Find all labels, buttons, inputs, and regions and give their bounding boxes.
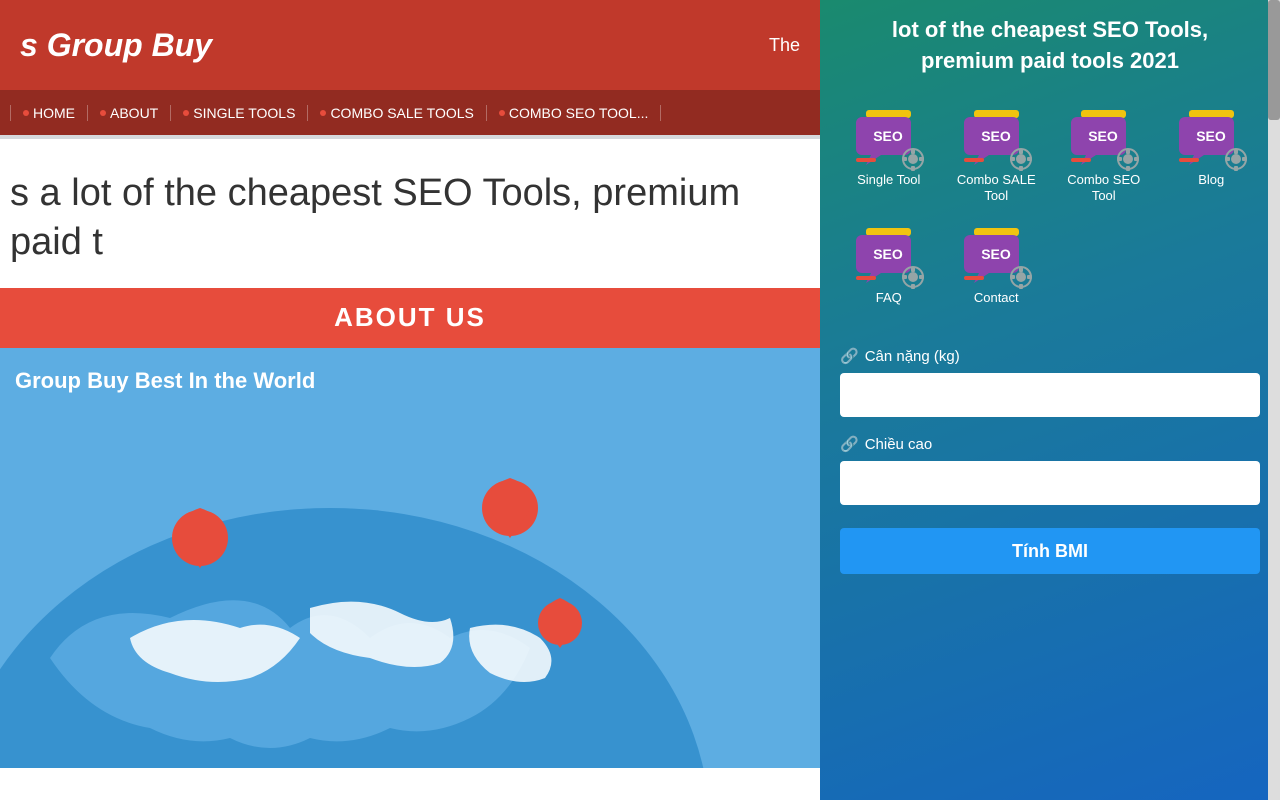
combo-sale-tool-label: Combo SALE Tool xyxy=(948,172,1046,206)
faq-label: FAQ xyxy=(876,290,902,307)
blog-label: Blog xyxy=(1198,172,1224,189)
contact-label: Contact xyxy=(974,290,1019,307)
icon-grid-row1: SEO Single Tool SEO xyxy=(820,97,1280,226)
hero-text: s a lot of the cheapest SEO Tools, premi… xyxy=(10,172,740,263)
contact-icon: SEO xyxy=(959,225,1034,290)
combo-seo-tool-icon: SEO xyxy=(1066,107,1141,172)
hero-section: s a lot of the cheapest SEO Tools, premi… xyxy=(0,139,820,288)
bmi-calculate-button[interactable]: Tính BMI xyxy=(840,528,1260,574)
nav-dot xyxy=(499,110,505,116)
nav-single-tools[interactable]: SINGLE TOOLS xyxy=(171,105,308,121)
height-label: 🔗 Chiều cao xyxy=(840,435,1260,453)
weight-input[interactable] xyxy=(840,373,1260,417)
about-label: ABOUT US xyxy=(334,302,486,333)
svg-text:SEO: SEO xyxy=(873,128,903,144)
svg-text:SEO: SEO xyxy=(873,246,903,262)
globe-illustration xyxy=(0,378,800,768)
icon-contact[interactable]: SEO Contact xyxy=(948,225,1046,307)
single-tool-icon: SEO xyxy=(851,107,926,172)
icon-single-tool[interactable]: SEO Single Tool xyxy=(840,107,938,206)
nav-about[interactable]: ABOUT xyxy=(88,105,171,121)
combo-seo-tool-label: Combo SEO Tool xyxy=(1055,172,1153,206)
icon-combo-sale-tool[interactable]: SEO Combo SALE Tool xyxy=(948,107,1046,206)
icon-blog[interactable]: SEO Blog xyxy=(1163,107,1261,206)
site-title: s Group Buy xyxy=(20,27,212,64)
height-input[interactable] xyxy=(840,461,1260,505)
svg-text:SEO: SEO xyxy=(981,246,1011,262)
overlay-panel: lot of the cheapest SEO Tools, premium p… xyxy=(820,0,1280,800)
nav-combo-seo-tools[interactable]: COMBO SEO TOOL... xyxy=(487,105,662,121)
nav-bar: HOME ABOUT SINGLE TOOLS COMBO SALE TOOLS… xyxy=(0,90,820,135)
svg-text:SEO: SEO xyxy=(981,128,1011,144)
blog-icon: SEO xyxy=(1174,107,1249,172)
nav-combo-sale-tools[interactable]: COMBO SALE TOOLS xyxy=(308,105,486,121)
single-tool-label: Single Tool xyxy=(857,172,920,189)
icon-faq[interactable]: SEO FAQ xyxy=(840,225,938,307)
bmi-section: 🔗 Cân nặng (kg) 🔗 Chiều cao Tính BMI xyxy=(820,332,1280,589)
overlay-heading: lot of the cheapest SEO Tools, premium p… xyxy=(820,0,1280,97)
nav-dot xyxy=(23,110,29,116)
header-right: The xyxy=(769,35,800,56)
main-page: s Group Buy The HOME ABOUT SINGLE TOOLS … xyxy=(0,0,820,800)
scrollbar-thumb[interactable] xyxy=(1268,0,1280,120)
about-bar: ABOUT US xyxy=(0,288,820,348)
combo-sale-tool-icon: SEO xyxy=(959,107,1034,172)
weight-link-icon: 🔗 xyxy=(840,347,859,365)
nav-home[interactable]: HOME xyxy=(10,105,88,121)
svg-text:SEO: SEO xyxy=(1088,128,1118,144)
nav-dot xyxy=(100,110,106,116)
weight-label: 🔗 Cân nặng (kg) xyxy=(840,347,1260,365)
spacer1 xyxy=(1055,225,1153,307)
faq-icon: SEO xyxy=(851,225,926,290)
map-section: Group Buy Best In the World xyxy=(0,348,820,768)
header-bar: s Group Buy The xyxy=(0,0,820,90)
nav-dot xyxy=(183,110,189,116)
spacer2 xyxy=(1163,225,1261,307)
height-link-icon: 🔗 xyxy=(840,435,859,453)
icon-combo-seo-tool[interactable]: SEO Combo SEO Tool xyxy=(1055,107,1153,206)
svg-text:SEO: SEO xyxy=(1196,128,1226,144)
scrollbar[interactable] xyxy=(1268,0,1280,800)
nav-dot xyxy=(320,110,326,116)
